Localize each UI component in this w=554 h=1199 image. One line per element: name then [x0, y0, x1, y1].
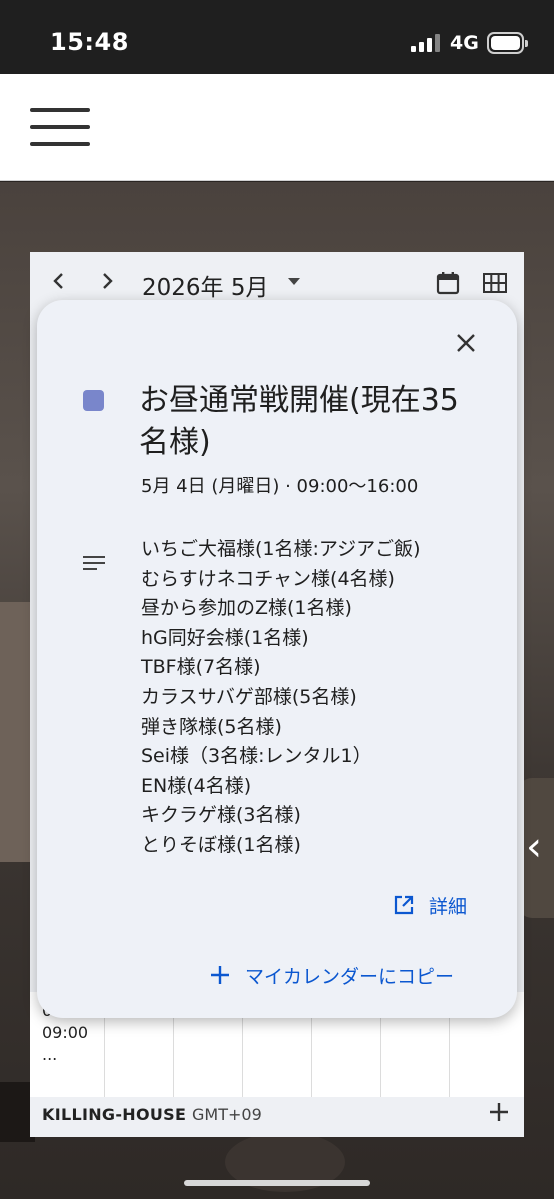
network-label: 4G: [450, 32, 479, 54]
description-line: Sei様（3名様:レンタル1）: [141, 745, 372, 768]
caret-down-icon[interactable]: [288, 278, 300, 285]
home-indicator[interactable]: [184, 1180, 370, 1186]
event-description: いちご大福様(1名様:アジアご飯) むらすけネコチャン様(4名様) 昼から参加の…: [141, 535, 421, 861]
chevron-left-icon: [53, 273, 63, 289]
close-button[interactable]: [451, 328, 481, 358]
grid-view-icon[interactable]: [482, 270, 508, 296]
prev-month-button[interactable]: [44, 266, 74, 296]
event-date-time: 5月 4日 (月曜日) · 09:00〜16:00: [141, 476, 419, 497]
event-detail-popup: お昼通常戦開催(現在35名様) 5月 4日 (月曜日) · 09:00〜16:0…: [37, 300, 517, 1018]
calendar-footer: KILLING-HOUSE GMT+09: [30, 1097, 524, 1137]
battery-icon: [487, 32, 528, 54]
calendar-name: KILLING-HOUSE: [42, 1105, 187, 1124]
description-line: いちご大福様(1名様:アジアご飯): [141, 538, 421, 560]
event-title: お昼通常戦開催(現在35名様): [139, 383, 459, 460]
description-line: 昼から参加のZ様(1名様): [141, 597, 352, 620]
description-line: カラスサバゲ部様(5名様): [141, 685, 357, 708]
description-line: むらすけネコチャン様(4名様): [141, 567, 395, 590]
grid-event-line: 09:00: [42, 1023, 89, 1042]
description-line: キクラゲ様(3名様): [141, 804, 301, 827]
chevron-left-icon: ‹: [526, 824, 542, 870]
open-in-new-icon: [394, 895, 414, 915]
calendar-icon[interactable]: [435, 270, 461, 296]
add-calendar-button[interactable]: [486, 1099, 512, 1132]
timezone-label: GMT+09: [192, 1105, 262, 1124]
next-month-button[interactable]: [92, 266, 122, 296]
chevron-right-icon: [103, 273, 113, 289]
description-line: hG同好会様(1名様): [141, 626, 309, 649]
status-bar: 15:48 4G: [0, 0, 554, 74]
copy-label: マイカレンダーにコピー: [245, 966, 455, 988]
plus-icon: [211, 966, 229, 984]
notes-icon: [83, 556, 105, 572]
grid-event-line: ...: [42, 1045, 58, 1064]
description-line: 弾き隊様(5名様): [141, 715, 282, 738]
event-color-swatch: [83, 390, 104, 411]
signal-icon: [411, 34, 441, 52]
plus-icon: [490, 1103, 508, 1121]
detail-label: 詳細: [429, 896, 468, 918]
description-line: EN様(4名様): [141, 774, 252, 797]
description-line: TBF様(7名様): [141, 656, 261, 679]
menu-icon[interactable]: [30, 108, 90, 148]
description-line: とりそぼ様(1名様): [141, 833, 301, 856]
close-icon: [457, 334, 475, 352]
month-label[interactable]: 2026年 5月: [142, 268, 268, 302]
site-header: [0, 74, 554, 181]
status-time: 15:48: [50, 28, 129, 56]
